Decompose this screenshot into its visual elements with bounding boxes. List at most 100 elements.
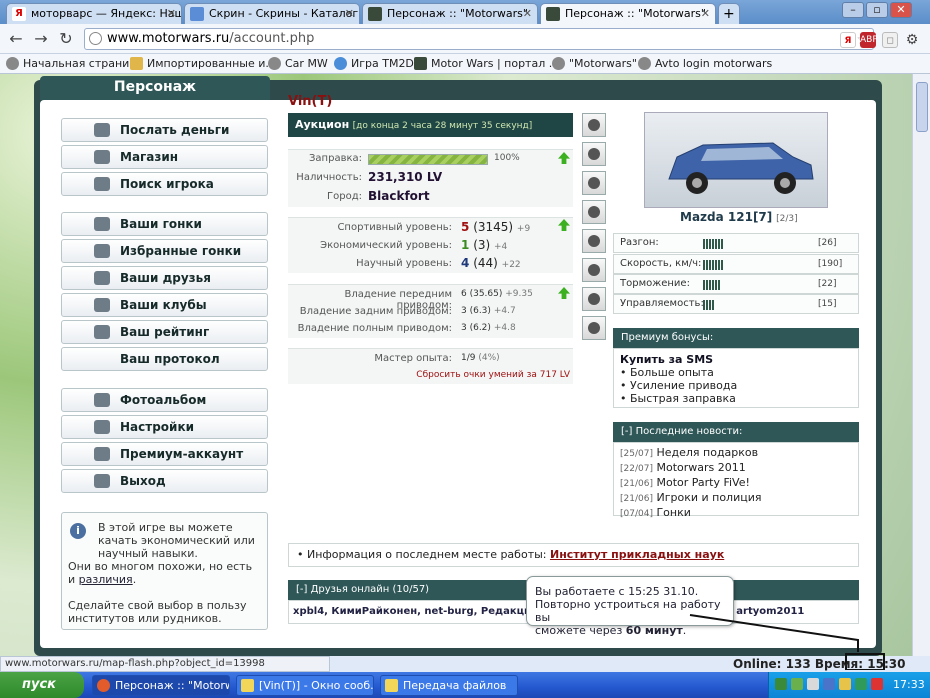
wrench-icon[interactable]: ⚙ (904, 32, 920, 48)
chat-icon (241, 679, 254, 692)
menu-protocol[interactable]: Ваш протокол (61, 347, 268, 371)
address-toolbar: ← → ↻ www.motorwars.ru/account.php ☆ Я A… (0, 24, 930, 54)
differences-link[interactable]: различия (79, 573, 133, 586)
part-brakes-icon[interactable] (582, 287, 606, 311)
tab-motorwars-1[interactable]: Персонаж :: "Motorwars" ✕ (362, 3, 538, 24)
tray-icon[interactable] (839, 678, 851, 690)
tray-icon[interactable] (807, 678, 819, 690)
taskbar-button-transfer[interactable]: Передача файлов (380, 675, 518, 696)
car-name[interactable]: Mazda 121[7] [2/3] (680, 210, 798, 224)
work-label: • Информация о последнем месте работы: (297, 548, 550, 561)
drive-number: 3 (6.2) (461, 323, 491, 333)
forward-icon[interactable]: → (31, 29, 51, 49)
reload-icon[interactable]: ↻ (56, 29, 76, 49)
close-window-button[interactable]: ✕ (890, 2, 912, 18)
tab-yandex[interactable]: Ямоторварс — Яндекс: Нашло ✕ (6, 3, 182, 24)
menu-settings[interactable]: Настройки (61, 415, 268, 439)
news-header[interactable]: [-] Последние новости: (613, 422, 859, 442)
new-tab-button[interactable]: + (718, 3, 740, 24)
bookmark-item[interactable]: "Motorwars" (552, 56, 637, 72)
scrollbar[interactable] (912, 74, 930, 656)
bookmark-item[interactable]: Игра TM2D (334, 56, 414, 72)
menu-photo-album[interactable]: Фотоальбом (61, 388, 268, 412)
page-icon (334, 57, 347, 70)
tray-icon[interactable] (871, 678, 883, 690)
back-icon[interactable]: ← (6, 29, 26, 49)
car-picture (668, 142, 814, 194)
part-wheel-icon[interactable] (582, 258, 606, 282)
address-field[interactable]: www.motorwars.ru/account.php ☆ (84, 28, 874, 50)
page-icon (268, 57, 281, 70)
close-icon[interactable]: ✕ (523, 7, 532, 20)
menu-shop[interactable]: Магазин (61, 145, 268, 169)
menu-friends[interactable]: Ваши друзья (61, 266, 268, 290)
tray-icon[interactable] (855, 678, 867, 690)
part-tire-icon[interactable] (582, 142, 606, 166)
url-domain: www.motorwars.ru (107, 31, 230, 46)
stat-bar-segment (706, 260, 708, 270)
taskbar-button-chat[interactable]: [Vin(T)] - Окно сооб... (236, 675, 374, 696)
bookmark-item[interactable]: Motor Wars | портал ... (414, 56, 559, 72)
start-button[interactable]: пуск (0, 672, 84, 698)
menu-rating[interactable]: Ваш рейтинг (61, 320, 268, 344)
tab-motorwars-active[interactable]: Персонаж :: "Motorwars" ✕ (540, 3, 716, 24)
online-status: Online: 133 Время: 15:30 (733, 656, 905, 672)
taskbar-button-browser[interactable]: Персонаж :: "Motorw... (92, 675, 230, 696)
level-number: 4 (461, 256, 470, 270)
bookmark-label: "Motorwars" (569, 57, 637, 70)
menu-favorite-races[interactable]: Избранные гонки (61, 239, 268, 263)
car-image[interactable] (644, 112, 828, 208)
menu-your-races[interactable]: Ваши гонки (61, 212, 268, 236)
news-item[interactable]: [21/06] Игроки и полиция (620, 491, 852, 506)
player-name: Vin(T) (288, 94, 333, 109)
buy-sms-link[interactable]: Купить за SMS (620, 353, 852, 366)
news-item[interactable]: [22/07] Motorwars 2011 (620, 461, 852, 476)
close-icon[interactable]: ✕ (167, 7, 176, 20)
news-item[interactable]: [07/04] Гонки (620, 506, 852, 521)
close-icon[interactable]: ✕ (701, 7, 710, 20)
bookmark-item[interactable]: Avto login motorwars (638, 56, 772, 72)
drive-label: Владение задним приводом: (299, 306, 452, 317)
menu-send-money[interactable]: Послать деньги (61, 118, 268, 142)
auction-bar[interactable]: Аукцион [до конца 2 часа 28 минут 35 сек… (288, 113, 573, 137)
car-stat-row: Управляемость: [15] (613, 294, 859, 314)
workplace-link[interactable]: Институт прикладных наук (550, 548, 724, 561)
master-value: 1/9 (4%) (461, 353, 500, 363)
level-number: 5 (461, 220, 470, 234)
auction-label: Аукцион (295, 118, 350, 131)
menu-logout[interactable]: Выход (61, 469, 268, 493)
news-item[interactable]: [25/07] Неделя подарков (620, 446, 852, 461)
info-icon: i (70, 523, 86, 539)
settings-icon (94, 420, 110, 434)
reset-skills-link[interactable]: Сбросить очки умений за 717 LV (380, 370, 570, 380)
info-text: В этой игре вы можете качать экономическ… (98, 521, 255, 560)
part-engine-icon[interactable] (582, 229, 606, 253)
news-item[interactable]: [21/06] Motor Party FiVe! (620, 476, 852, 491)
menu-premium[interactable]: Премиум-аккаунт (61, 442, 268, 466)
menu-find-player[interactable]: Поиск игрока (61, 172, 268, 196)
car-stat-row: Торможение: [22] (613, 274, 859, 294)
bookmark-item[interactable]: Начальная страница (6, 56, 144, 72)
tray-icon[interactable] (791, 678, 803, 690)
maximize-button[interactable]: ▫ (866, 2, 888, 18)
yandex-icon[interactable]: Я (840, 32, 856, 48)
auction-timer: [до конца 2 часа 28 минут 35 секунд] (352, 121, 533, 131)
minimize-button[interactable]: – (842, 2, 864, 18)
bookmark-folder[interactable]: Импортированные и... (130, 56, 276, 72)
tray-icon[interactable] (775, 678, 787, 690)
part-seat-icon[interactable] (582, 316, 606, 340)
part-exhaust-icon[interactable] (582, 113, 606, 137)
part-muffler-icon[interactable] (582, 171, 606, 195)
menu-clubs[interactable]: Ваши клубы (61, 293, 268, 317)
tray-icon[interactable] (823, 678, 835, 690)
master-number: 1/9 (461, 353, 476, 363)
stat-bar-segment (712, 300, 714, 310)
start-label: пуск (22, 677, 56, 692)
part-spoiler-icon[interactable] (582, 200, 606, 224)
scrollbar-thumb[interactable] (916, 82, 928, 132)
close-icon[interactable]: ✕ (345, 7, 354, 20)
adblock-icon[interactable]: ABP (860, 32, 878, 48)
tab-screenshots[interactable]: Скрин - Скрины - Каталог ф ✕ (184, 3, 360, 24)
bookmark-item[interactable]: Car MW (268, 56, 328, 72)
extension-icon[interactable]: ◻ (882, 32, 898, 48)
